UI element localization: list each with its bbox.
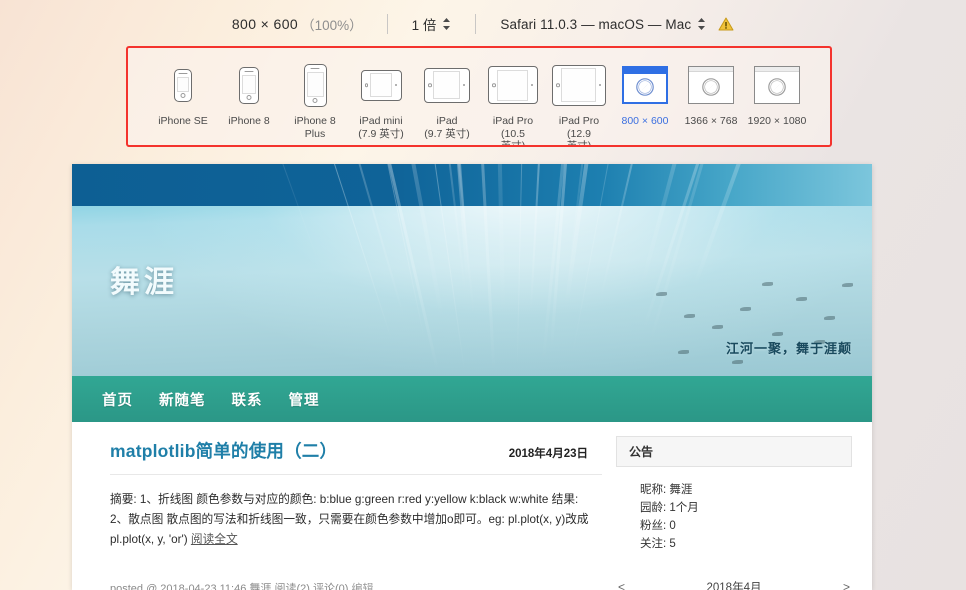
site-hero-banner: 舞涯 江河一聚，舞于涯颠 [72, 164, 872, 376]
hero-fish [712, 325, 723, 329]
calendar-prev-button[interactable]: < [618, 580, 625, 590]
browser-value: Safari 11.0.3 — macOS — Mac [500, 16, 692, 32]
hero-fish [678, 350, 689, 354]
toolbar-divider-1 [386, 14, 388, 34]
blogger-stats-list: 昵称: 舞涯 园龄: 1个月 粉丝: 0 关注: 5 [640, 481, 852, 553]
post-meta-edit[interactable]: 编辑 [351, 583, 373, 590]
device-label-iphone-8: iPhone 8 [228, 115, 270, 127]
device-list: iPhone SE iPhone 8 iPhone 8 Plus iPad mini (7… [128, 48, 830, 145]
post-header: matplotlib简单的使用（二） 2018年4月23日 [110, 438, 602, 475]
post-abstract-text: 摘要: 1、折线图 颜色参数与对应的颜色: b:blue g:green r:r… [110, 493, 589, 546]
device-icon-size-1366-768 [688, 60, 734, 110]
hero-fish [684, 314, 695, 318]
zoom-group[interactable]: 1 倍 [412, 14, 452, 34]
size-toolbar: 800 × 600 （100%） 1 倍 Safari 11.0.3 — mac… [0, 0, 966, 48]
chevron-updown-icon-2[interactable] [697, 17, 706, 31]
hero-fish [732, 360, 743, 364]
post-date: 2018年4月23日 [508, 448, 588, 460]
calendar-nav: < 2018年4月 > [616, 579, 852, 590]
warning-triangle-icon[interactable] [718, 17, 734, 31]
device-label-size-800-600: 800 × 600 [621, 115, 669, 127]
device-size-selector-strip: iPhone SE iPhone 8 iPhone 8 Plus iPad mini (7… [126, 46, 832, 147]
page-body: matplotlib简单的使用（二） 2018年4月23日 摘要: 1、折线图 … [72, 422, 872, 590]
blogger-stat-item: 关注: 5 [640, 538, 676, 550]
nav-link-contact[interactable]: 联系 [232, 389, 263, 410]
device-option-iphone-se[interactable]: iPhone SE [150, 60, 216, 128]
hero-fish [842, 283, 853, 287]
device-option-size-1920-1080[interactable]: 1920 × 1080 [744, 60, 810, 128]
site-navbar: 首页 新随笔 联系 管理 [72, 376, 872, 422]
device-icon-ipad-mini [360, 60, 402, 110]
device-label-ipad-pro-105: iPad Pro (10.5 英寸) [492, 115, 534, 147]
device-label-ipad-pro-129: iPad Pro (12.9 英寸) [558, 115, 600, 147]
device-option-size-1366-768[interactable]: 1366 × 768 [678, 60, 744, 128]
hero-fish [796, 297, 807, 301]
zoom-value: 1 倍 [411, 18, 437, 33]
hero-fish [762, 282, 773, 286]
blogger-stat-item: 园龄: 1个月 [640, 502, 699, 514]
device-icon-iphone-8 [239, 60, 259, 110]
main-content-column: matplotlib简单的使用（二） 2018年4月23日 摘要: 1、折线图 … [72, 422, 602, 590]
post-abstract: 摘要: 1、折线图 颜色参数与对应的颜色: b:blue g:green r:r… [110, 490, 602, 550]
device-label-ipad-mini: iPad mini (7.9 英寸) [358, 115, 404, 140]
device-label-iphone-se: iPhone SE [158, 115, 208, 127]
device-icon-size-1920-1080 [754, 60, 800, 110]
toolbar-divider-2 [475, 14, 477, 34]
read-more-link[interactable]: 阅读全文 [191, 533, 238, 546]
hero-fish [740, 307, 751, 311]
device-option-iphone-8[interactable]: iPhone 8 [216, 60, 282, 128]
device-option-ipad-mini[interactable]: iPad mini (7.9 英寸) [348, 60, 414, 140]
dimensions-percent: （100%） [301, 18, 363, 33]
browser-page-preview: 舞涯 江河一聚，舞于涯颠 首页 新随笔 联系 管理 matplotlib简单的使用（二… [72, 164, 872, 590]
device-label-iphone-8-plus: iPhone 8 Plus [294, 115, 336, 140]
device-icon-ipad-pro-105 [488, 60, 538, 110]
hero-top-band [72, 164, 872, 206]
post-meta-comments[interactable]: 评论(0) [313, 583, 352, 590]
device-option-iphone-8-plus[interactable]: iPhone 8 Plus [282, 60, 348, 140]
nav-link-new[interactable]: 新随笔 [159, 389, 206, 410]
blogger-stat-item: 粉丝: 0 [640, 520, 676, 532]
device-icon-ipad [424, 60, 470, 110]
post-meta: posted @ 2018-04-23 11:46 舞涯 阅读(2) 评论(0)… [110, 580, 602, 590]
post-meta-author[interactable]: 舞涯 [249, 583, 271, 590]
chevron-updown-icon[interactable] [442, 17, 451, 31]
announcement-header: 公告 [616, 436, 852, 467]
device-option-ipad-pro-129[interactable]: iPad Pro (12.9 英寸) [546, 60, 612, 147]
dimensions-group: 800 × 600 （100%） [232, 14, 363, 34]
device-icon-iphone-8-plus [303, 60, 327, 110]
browser-group[interactable]: Safari 11.0.3 — macOS — Mac [500, 17, 734, 32]
device-option-ipad[interactable]: iPad (9.7 英寸) [414, 60, 480, 140]
hero-fish [772, 332, 783, 336]
blogger-stat-item: 昵称: 舞涯 [640, 484, 693, 496]
device-icon-ipad-pro-129 [552, 60, 606, 110]
device-icon-iphone-se [174, 60, 192, 110]
device-option-size-800-600[interactable]: 800 × 600 [612, 60, 678, 128]
site-tagline: 江河一聚，舞于涯颠 [725, 341, 852, 356]
nav-link-manage[interactable]: 管理 [289, 389, 320, 410]
device-option-ipad-pro-105[interactable]: iPad Pro (10.5 英寸) [480, 60, 546, 147]
sidebar-column: 公告 昵称: 舞涯 园龄: 1个月 粉丝: 0 关注: 5 < 2018年4月 > [602, 422, 872, 590]
device-label-ipad: iPad (9.7 英寸) [424, 115, 470, 140]
dimensions-value: 800 × 600 [231, 16, 299, 32]
hero-fish [824, 316, 835, 320]
post-meta-posted: posted @ 2018-04-23 11:46 [110, 583, 250, 590]
nav-link-home[interactable]: 首页 [102, 389, 133, 410]
device-label-size-1366-768: 1366 × 768 [684, 115, 738, 127]
hero-fish [656, 292, 667, 296]
calendar-month-label: 2018年4月 [706, 582, 762, 590]
post-title-link[interactable]: matplotlib简单的使用（二） [110, 438, 337, 463]
device-icon-size-800-600 [622, 60, 668, 110]
site-title: 舞涯 [110, 266, 178, 299]
calendar-next-button[interactable]: > [843, 580, 850, 590]
post-meta-read: 阅读(2) [271, 583, 313, 590]
device-label-size-1920-1080: 1920 × 1080 [747, 115, 807, 127]
